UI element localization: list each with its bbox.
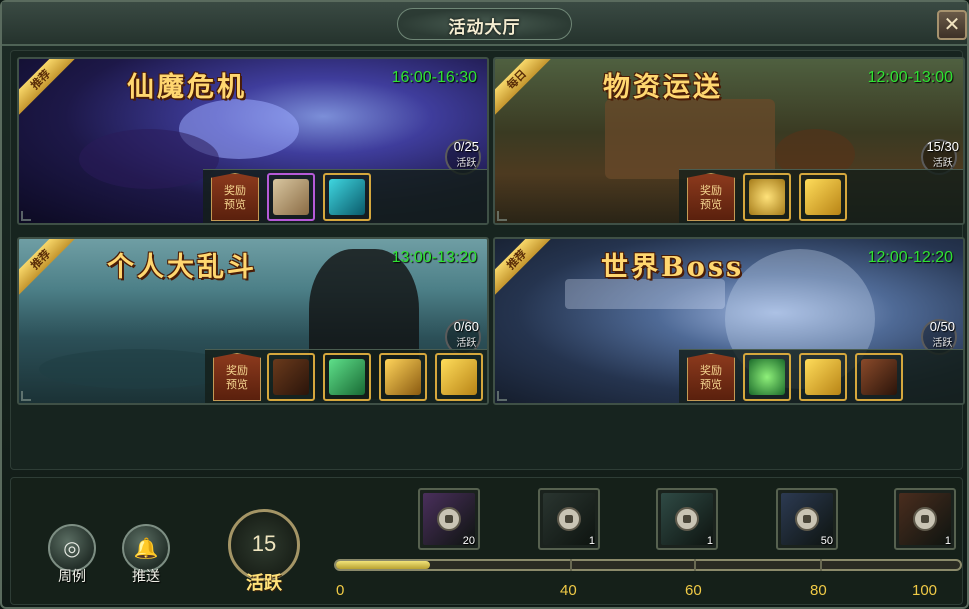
tick-mark (570, 559, 572, 571)
reward-chest-80[interactable]: 50 (776, 488, 838, 550)
progress-label: 活跃 (456, 338, 477, 349)
chest-count: 1 (944, 535, 951, 547)
activity-list: 推荐 仙魔危机 16:00-16:30 0/25 活跃 奖励 预览 每日 物资运… (10, 50, 965, 470)
bell-icon: 🔔 (133, 536, 159, 560)
coin-icon[interactable] (743, 173, 791, 221)
progress-badge: 0/25 活跃 (454, 139, 479, 169)
push-label: 推送 (132, 569, 160, 585)
tick-mark (694, 559, 696, 571)
reward-preview-button[interactable]: 奖励 预览 (687, 353, 735, 401)
recommend-ribbon: 推荐 (19, 239, 79, 299)
card-title: 物资运送 (603, 72, 723, 103)
reward-chest-60[interactable]: 1 (656, 488, 718, 550)
scroll-icon[interactable] (267, 173, 315, 221)
active-points-value: 15 (251, 531, 277, 556)
card-title: 仙魔危机 (127, 72, 247, 103)
card-time: 12:00-12:20 (867, 249, 953, 266)
chest-count: 1 (588, 535, 595, 547)
card-time: 12:00-13:00 (867, 69, 953, 86)
jade-token-icon[interactable] (323, 173, 371, 221)
tick-label-80: 80 (810, 582, 827, 599)
card-title: 世界Boss (601, 252, 745, 283)
tick-label-40: 40 (560, 582, 577, 599)
gold-armor-icon[interactable] (379, 353, 427, 401)
progress-label: 活跃 (456, 158, 477, 169)
weekly-button[interactable]: ◎ (48, 524, 96, 572)
activity-card-geren[interactable]: 推荐 个人大乱斗 13:00-13:20 0/60 活跃 奖励 预览 (17, 237, 489, 405)
progress-value: 0/50 (929, 319, 955, 334)
lock-icon (913, 507, 937, 531)
progress-badge: 0/60 活跃 (454, 319, 479, 349)
gold-ticket-icon[interactable] (435, 353, 483, 401)
window-title: 活动大厅 (448, 18, 521, 38)
reward-chest-20[interactable]: 20 (418, 488, 480, 550)
active-progress-fill (336, 561, 430, 569)
warrior-icon[interactable] (855, 353, 903, 401)
recommend-ribbon: 推荐 (19, 59, 79, 119)
lock-icon (675, 507, 699, 531)
shadow-decoration (79, 129, 219, 189)
active-points-label: 活跃 (246, 573, 282, 594)
corner-mark (497, 211, 507, 221)
progress-badge: 15/30 活跃 (926, 139, 959, 169)
lock-icon (795, 507, 819, 531)
reward-strip: 奖励 预览 (203, 169, 487, 223)
green-orb-icon[interactable] (743, 353, 791, 401)
activity-hall-window: 活动大厅 ✕ 推荐 仙魔危机 16:00-16:30 0/25 活跃 奖励预览 (0, 0, 969, 609)
reward-preview-button[interactable]: 奖励 预览 (687, 173, 735, 221)
title-bar: 活动大厅 ✕ (2, 2, 967, 46)
activity-card-xianmo[interactable]: 推荐 仙魔危机 16:00-16:30 0/25 活跃 奖励 预览 (17, 57, 489, 225)
chest-count: 20 (462, 535, 475, 547)
card-title: 个人大乱斗 (107, 252, 257, 283)
push-button[interactable]: 🔔 (122, 524, 170, 572)
corner-mark (21, 211, 31, 221)
progress-value: 0/25 (453, 139, 479, 154)
progress-label: 活跃 (932, 338, 953, 349)
corner-mark (21, 391, 31, 401)
reward-strip: 奖励 预览 (679, 169, 963, 223)
active-progress-track (334, 559, 962, 571)
reward-strip: 奖励 预览 (205, 349, 487, 403)
corner-mark (497, 391, 507, 401)
card-time: 16:00-16:30 (391, 69, 477, 86)
wheel-icon: ◎ (63, 536, 81, 560)
progress-value: 15/30 (926, 139, 959, 154)
progress-value: 0/60 (453, 319, 479, 334)
recommend-ribbon: 推荐 (495, 239, 555, 299)
reward-preview-button[interactable]: 奖励 预览 (211, 173, 259, 221)
active-points-medal: 15 活跃 (210, 509, 316, 605)
chest-count: 1 (706, 535, 713, 547)
progress-badge: 0/50 活跃 (930, 319, 955, 349)
gold-ticket-icon[interactable] (799, 173, 847, 221)
reward-chest-40[interactable]: 1 (538, 488, 600, 550)
activity-card-boss[interactable]: 推荐 世界Boss 12:00-12:20 0/50 活跃 奖励 预览 (493, 237, 965, 405)
gold-ticket-icon[interactable] (799, 353, 847, 401)
armor-icon[interactable] (267, 353, 315, 401)
cart-decoration (605, 99, 775, 179)
lock-icon (557, 507, 581, 531)
tick-mark (820, 559, 822, 571)
card-time: 13:00-13:20 (391, 249, 477, 266)
tick-label-100: 100 (912, 582, 938, 599)
lock-icon (437, 507, 461, 531)
activity-card-wuzi[interactable]: 每日 物资运送 12:00-13:00 15/30 活跃 奖励 预览 (493, 57, 965, 225)
weekly-label: 周例 (58, 569, 86, 585)
daily-ribbon: 每日 (495, 59, 555, 119)
chest-count: 50 (820, 535, 833, 547)
tick-label-0: 0 (336, 582, 345, 599)
reward-chest-100[interactable]: 1 (894, 488, 956, 550)
close-button[interactable]: ✕ (937, 10, 967, 40)
green-jade-icon[interactable] (323, 353, 371, 401)
tick-label-60: 60 (685, 582, 702, 599)
progress-label: 活跃 (932, 158, 953, 169)
reward-preview-button[interactable]: 奖励 预览 (213, 353, 261, 401)
reward-strip: 奖励 预览 (679, 349, 963, 403)
